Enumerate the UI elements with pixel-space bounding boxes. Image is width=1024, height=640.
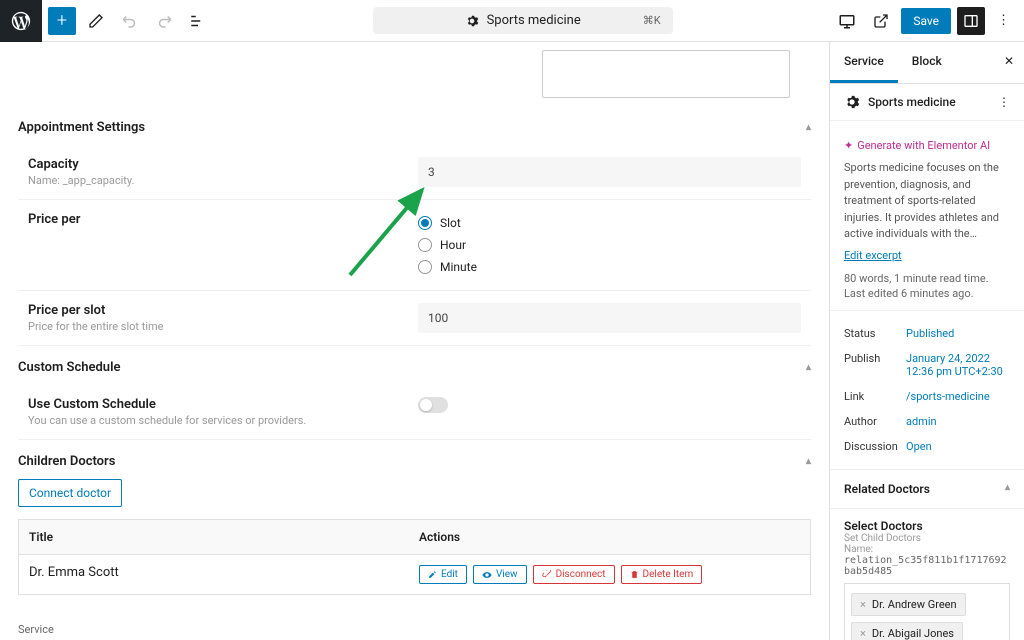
- remove-chip-icon[interactable]: ×: [860, 598, 866, 611]
- related-doctors-title: Related Doctors: [844, 482, 930, 496]
- undo-icon: [116, 7, 144, 35]
- document-overview-icon[interactable]: [184, 7, 212, 35]
- document-title: Sports medicine: [487, 13, 581, 28]
- remove-chip-icon[interactable]: ×: [860, 627, 866, 640]
- desktop-preview-icon[interactable]: [833, 7, 861, 35]
- edit-excerpt-link[interactable]: Edit excerpt: [844, 249, 902, 262]
- discussion-value[interactable]: Open: [906, 440, 932, 453]
- collapse-icon[interactable]: ▴: [806, 456, 811, 467]
- document-title-pill[interactable]: Sports medicine ⌘K: [373, 7, 673, 34]
- sidebar-title: Sports medicine: [868, 95, 956, 109]
- price-per-slot-sublabel: Price for the entire slot time: [28, 320, 418, 333]
- external-open-icon[interactable]: [867, 7, 895, 35]
- capacity-label: Capacity: [28, 157, 418, 172]
- collapse-icon[interactable]: ▴: [806, 362, 811, 373]
- edit-tool-icon[interactable]: [82, 7, 110, 35]
- price-per-slot-input[interactable]: [418, 303, 801, 333]
- tab-block[interactable]: Block: [898, 42, 956, 83]
- eye-icon: [482, 570, 492, 580]
- disconnect-button[interactable]: Disconnect: [533, 565, 615, 584]
- link-value[interactable]: /sports-medicine: [906, 390, 990, 403]
- price-per-minute-radio[interactable]: Minute: [418, 256, 801, 278]
- relation-name-value: relation_5c35f811b1f1717692bab5d485: [844, 555, 1010, 577]
- capacity-input[interactable]: [418, 157, 801, 187]
- capacity-sublabel: Name: _app_capacity.: [28, 174, 418, 187]
- doctor-chip: ×Dr. Andrew Green: [851, 593, 966, 616]
- publish-value[interactable]: January 24, 202212:36 pm UTC+2:30: [906, 352, 1003, 378]
- price-per-slot-radio[interactable]: Slot: [418, 212, 801, 234]
- collapse-icon[interactable]: ▴: [1005, 482, 1010, 496]
- price-per-label: Price per: [28, 212, 418, 227]
- unlink-icon: [542, 570, 552, 580]
- use-schedule-sublabel: You can use a custom schedule for servic…: [28, 414, 418, 427]
- price-per-slot-label: Price per slot: [28, 303, 418, 318]
- more-options-icon[interactable]: ⋮: [991, 13, 1016, 28]
- price-per-hour-radio[interactable]: Hour: [418, 234, 801, 256]
- description-textarea[interactable]: [542, 50, 790, 98]
- doctor-name-cell: Dr. Emma Scott: [19, 555, 409, 594]
- sidebar-toggle-icon[interactable]: [957, 7, 985, 35]
- table-header-title: Title: [19, 520, 409, 554]
- use-schedule-label: Use Custom Schedule: [28, 397, 418, 412]
- status-value[interactable]: Published: [906, 327, 954, 340]
- view-button[interactable]: View: [473, 565, 527, 584]
- table-row: Dr. Emma Scott Edit View Disconnect Dele…: [19, 555, 810, 594]
- redo-icon: [150, 7, 178, 35]
- children-doctors-table: Title Actions Dr. Emma Scott Edit View D…: [18, 519, 811, 595]
- doctor-chip: ×Dr. Abigail Jones: [851, 622, 963, 640]
- close-sidebar-icon[interactable]: ✕: [1004, 54, 1014, 68]
- appointment-section-title: Appointment Settings: [18, 120, 145, 135]
- author-value[interactable]: admin: [906, 415, 937, 428]
- collapse-icon[interactable]: ▴: [806, 122, 811, 133]
- more-icon[interactable]: ⋮: [998, 95, 1010, 109]
- shortcut-hint: ⌘K: [643, 14, 661, 27]
- add-block-button[interactable]: +: [48, 7, 76, 35]
- select-doctors-label: Select Doctors: [844, 519, 1010, 533]
- tab-service[interactable]: Service: [830, 42, 898, 83]
- wordpress-logo[interactable]: [0, 0, 42, 42]
- connect-doctor-button[interactable]: Connect doctor: [18, 479, 122, 507]
- pencil-icon: [428, 570, 437, 579]
- footer-breadcrumb: Service: [18, 623, 54, 636]
- delete-button[interactable]: Delete Item: [621, 565, 703, 584]
- table-header-actions: Actions: [409, 520, 470, 554]
- use-schedule-toggle[interactable]: [418, 397, 448, 413]
- excerpt-text: Sports medicine focuses on the preventio…: [844, 160, 1010, 243]
- custom-schedule-section-title: Custom Schedule: [18, 360, 120, 375]
- gear-icon: [844, 94, 860, 110]
- last-edited: Last edited 6 minutes ago.: [844, 287, 1010, 300]
- word-count: 80 words, 1 minute read time.: [844, 272, 1010, 285]
- doctor-chip-list: ×Dr. Andrew Green ×Dr. Abigail Jones: [844, 583, 1010, 640]
- gear-icon: [465, 14, 479, 28]
- generate-ai-link[interactable]: ✦ Generate with Elementor AI: [844, 139, 1010, 152]
- trash-icon: [630, 570, 639, 579]
- edit-button[interactable]: Edit: [419, 565, 467, 584]
- save-button[interactable]: Save: [901, 8, 951, 34]
- children-doctors-section-title: Children Doctors: [18, 454, 115, 469]
